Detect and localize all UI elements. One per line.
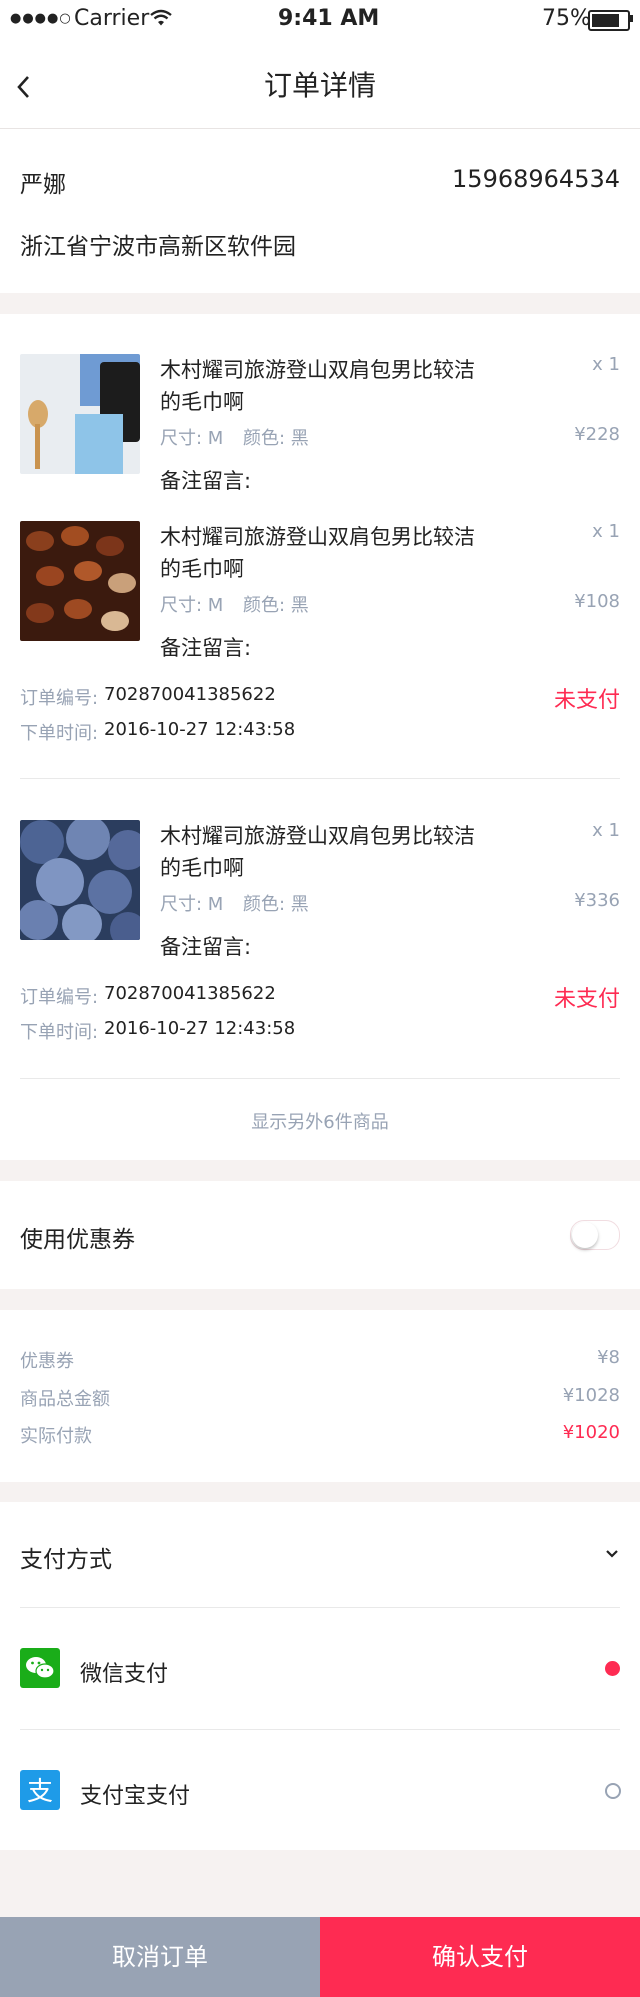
total-amount: ¥1028 (562, 1385, 620, 1406)
coupon-amount: ¥8 (597, 1347, 620, 1368)
coupon-label: 使用优惠券 (20, 1227, 135, 1253)
address-section[interactable] (0, 129, 640, 293)
product-price: ¥228 (574, 424, 620, 445)
divider (20, 1078, 620, 1079)
product-color: 颜色: 黑 (243, 428, 309, 449)
cancel-order-button[interactable]: 取消订单 (0, 1917, 320, 1997)
total-amount-label: 商品总金额 (20, 1389, 110, 1410)
product-note-label: 备注留言: (160, 935, 252, 959)
product-title: 木村耀司旅游登山双肩包男比较洁的毛巾啊 (160, 824, 475, 880)
order-number-label: 订单编号: (20, 987, 99, 1008)
product-color: 颜色: 黑 (243, 894, 309, 915)
product-note-label: 备注留言: (160, 469, 252, 493)
status-bar: ●●●●○ Carrier 9:41 AM 75% (0, 0, 640, 40)
clock: 9:41 AM (278, 6, 380, 31)
confirm-payment-button[interactable]: 确认支付 (320, 1917, 640, 1997)
recipient-name: 严娜 (20, 172, 66, 198)
alipay-label: 支付宝支付 (80, 1784, 191, 1809)
product-title: 木村耀司旅游登山双肩包男比较洁的毛巾啊 (160, 358, 475, 414)
order-status: 未支付 (553, 688, 620, 713)
product-color: 颜色: 黑 (243, 595, 309, 616)
order-time-label: 下单时间: (20, 1022, 99, 1043)
product-image (20, 521, 140, 641)
chevron-down-icon[interactable] (604, 1548, 620, 1560)
battery-icon (588, 10, 630, 31)
actual-pay-amount: ¥1020 (562, 1422, 620, 1443)
product-note-label: 备注留言: (160, 636, 252, 660)
product-size: 尺寸: M (160, 595, 224, 616)
product-title: 木村耀司旅游登山双肩包男比较洁的毛巾啊 (160, 525, 475, 581)
order-number-label: 订单编号: (20, 688, 99, 709)
order-number: 702870041385622 (104, 983, 276, 1004)
wechat-icon (20, 1648, 60, 1688)
toggle-knob (572, 1222, 598, 1248)
product-item[interactable]: 木村耀司旅游登山双肩包男比较洁的毛巾啊 x 1 尺寸: M 颜色: 黑 ¥228… (0, 354, 640, 504)
product-image (20, 354, 140, 474)
alipay-radio[interactable] (605, 1783, 621, 1799)
divider (20, 778, 620, 779)
product-size: 尺寸: M (160, 428, 224, 449)
recipient-address: 浙江省宁波市高新区软件园 (20, 234, 296, 260)
product-qty: x 1 (592, 820, 620, 841)
wechat-radio-selected[interactable] (605, 1661, 620, 1676)
order-time-label: 下单时间: (20, 723, 99, 744)
product-price: ¥336 (574, 890, 620, 911)
order-status: 未支付 (553, 987, 620, 1012)
order-time: 2016-10-27 12:43:58 (104, 1018, 296, 1039)
coupon-amount-label: 优惠券 (20, 1351, 74, 1372)
alipay-icon: 支 (20, 1770, 60, 1810)
product-item[interactable]: 木村耀司旅游登山双肩包男比较洁的毛巾啊 x 1 尺寸: M 颜色: 黑 ¥108… (0, 521, 640, 671)
product-size: 尺寸: M (160, 894, 224, 915)
page-title: 订单详情 (263, 69, 376, 102)
show-more-items-link[interactable]: 显示另外6件商品 (0, 1108, 640, 1134)
signal-dots-icon: ●●●●○ (10, 11, 72, 26)
product-item[interactable]: 木村耀司旅游登山双肩包男比较洁的毛巾啊 x 1 尺寸: M 颜色: 黑 ¥336… (0, 820, 640, 970)
wifi-icon (150, 9, 172, 26)
svg-text:支: 支 (27, 1777, 53, 1807)
coupon-toggle[interactable] (570, 1220, 620, 1250)
product-image (20, 820, 140, 940)
recipient-phone: 15968964534 (452, 165, 620, 193)
order-time: 2016-10-27 12:43:58 (104, 719, 296, 740)
actual-pay-label: 实际付款 (20, 1426, 92, 1447)
order-number: 702870041385622 (104, 684, 276, 705)
payment-method-label: 支付方式 (20, 1547, 112, 1573)
battery-percent: 75% (542, 6, 591, 31)
product-price: ¥108 (574, 591, 620, 612)
product-qty: x 1 (592, 521, 620, 542)
carrier-label: Carrier (74, 6, 150, 31)
product-qty: x 1 (592, 354, 620, 375)
wechat-pay-label: 微信支付 (80, 1662, 169, 1687)
